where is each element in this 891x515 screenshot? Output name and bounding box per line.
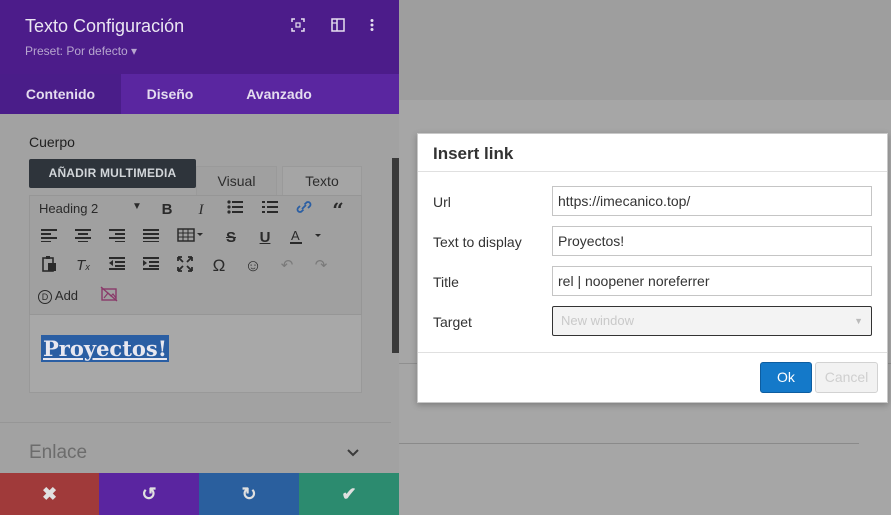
more-vertical-icon[interactable] (364, 18, 380, 34)
section-label-enlace[interactable]: Enlace (29, 442, 87, 464)
blockquote-icon[interactable]: “ (327, 200, 349, 220)
add-dynamic-content-button[interactable]: D Add (38, 286, 82, 306)
paste-text-icon[interactable] (38, 256, 60, 276)
split-view-icon[interactable] (330, 18, 346, 34)
align-right-icon[interactable] (106, 228, 128, 248)
title-input[interactable]: rel | noopener noreferrer (552, 266, 872, 296)
ok-button[interactable]: Ok (760, 362, 812, 393)
tab-avanzado[interactable]: Avanzado (219, 74, 339, 114)
indent-icon[interactable] (140, 256, 162, 276)
panel-footer: ✖ ↺ ↻ ✔ (0, 473, 399, 515)
discard-button[interactable]: ✖ (0, 473, 99, 515)
section-label-cuerpo: Cuerpo (29, 134, 75, 150)
target-label: Target (433, 314, 472, 330)
chevron-down-icon[interactable]: ▼ (132, 201, 142, 212)
underline-icon[interactable]: U (254, 228, 276, 248)
background-header (399, 0, 891, 100)
tab-diseno[interactable]: Diseño (121, 74, 219, 114)
bold-icon[interactable]: B (156, 200, 178, 220)
url-input[interactable]: https://imecanico.top/ (552, 186, 872, 216)
fullscreen-icon[interactable] (174, 256, 196, 276)
background-divider (399, 443, 859, 444)
text-color-icon[interactable]: A (288, 228, 324, 248)
insert-link-dialog: Insert link Url https://imecanico.top/ T… (417, 133, 888, 403)
editor-toolbar: Heading 2 ▼ B I “ S U A Tx Ω ☺ ↶ ↷ D Add (29, 195, 362, 315)
disabled-image-icon[interactable] (98, 286, 120, 306)
dialog-footer-divider (418, 352, 887, 353)
strikethrough-icon[interactable]: S (220, 228, 242, 248)
settings-panel: Texto Configuración Preset: Por defecto … (0, 0, 399, 515)
panel-header: Texto Configuración Preset: Por defecto … (0, 0, 399, 74)
section-divider (0, 422, 391, 423)
selected-link-text[interactable]: Proyectos! (41, 335, 169, 362)
add-label: Add (54, 288, 79, 303)
emoji-icon[interactable]: ☺ (242, 256, 264, 276)
scrollbar-thumb[interactable] (392, 158, 399, 353)
title-label: Title (433, 274, 459, 290)
dynamic-content-icon: D (38, 289, 52, 304)
chevron-down-icon[interactable] (346, 445, 360, 461)
redo-button[interactable]: ↻ (199, 473, 299, 515)
preset-selector[interactable]: Preset: Por defecto ▾ (25, 44, 137, 58)
table-icon[interactable] (176, 228, 206, 248)
panel-tabs: Contenido Diseño Avanzado (0, 74, 399, 114)
align-center-icon[interactable] (72, 228, 94, 248)
special-character-icon[interactable]: Ω (208, 256, 230, 276)
tab-texto[interactable]: Texto (282, 166, 362, 195)
dialog-header: Insert link (418, 134, 887, 172)
numbered-list-icon[interactable] (259, 200, 281, 220)
align-justify-icon[interactable] (140, 228, 162, 248)
editor-content-area[interactable]: Proyectos! (29, 315, 362, 393)
text-to-display-label: Text to display (433, 234, 522, 250)
undo-button[interactable]: ↺ (99, 473, 199, 515)
target-select-value: New window (561, 313, 634, 328)
align-left-icon[interactable] (38, 228, 60, 248)
undo-icon[interactable]: ↶ (276, 256, 298, 276)
tab-contenido[interactable]: Contenido (0, 74, 121, 114)
italic-icon[interactable]: I (190, 200, 212, 220)
add-media-button[interactable]: AÑADIR MULTIMEDIA (29, 159, 196, 188)
tab-visual[interactable]: Visual (196, 166, 277, 195)
text-to-display-input[interactable]: Proyectos! (552, 226, 872, 256)
redo-icon[interactable]: ↷ (310, 256, 332, 276)
panel-body: Cuerpo AÑADIR MULTIMEDIA Visual Texto He… (0, 114, 399, 473)
chevron-down-icon: ▼ (854, 316, 863, 326)
svg-text:A: A (291, 228, 300, 243)
clear-formatting-icon[interactable]: Tx (72, 256, 94, 276)
expand-icon[interactable] (290, 18, 306, 34)
heading-select[interactable]: Heading 2 (39, 201, 98, 216)
bullet-list-icon[interactable] (224, 200, 246, 220)
save-button[interactable]: ✔ (299, 473, 399, 515)
target-select[interactable]: New window ▼ (552, 306, 872, 336)
panel-title: Texto Configuración (25, 16, 185, 36)
cancel-button[interactable]: Cancel (815, 362, 878, 393)
outdent-icon[interactable] (106, 256, 128, 276)
url-label: Url (433, 194, 451, 210)
dialog-title: Insert link (433, 144, 514, 163)
link-icon[interactable] (293, 200, 315, 220)
